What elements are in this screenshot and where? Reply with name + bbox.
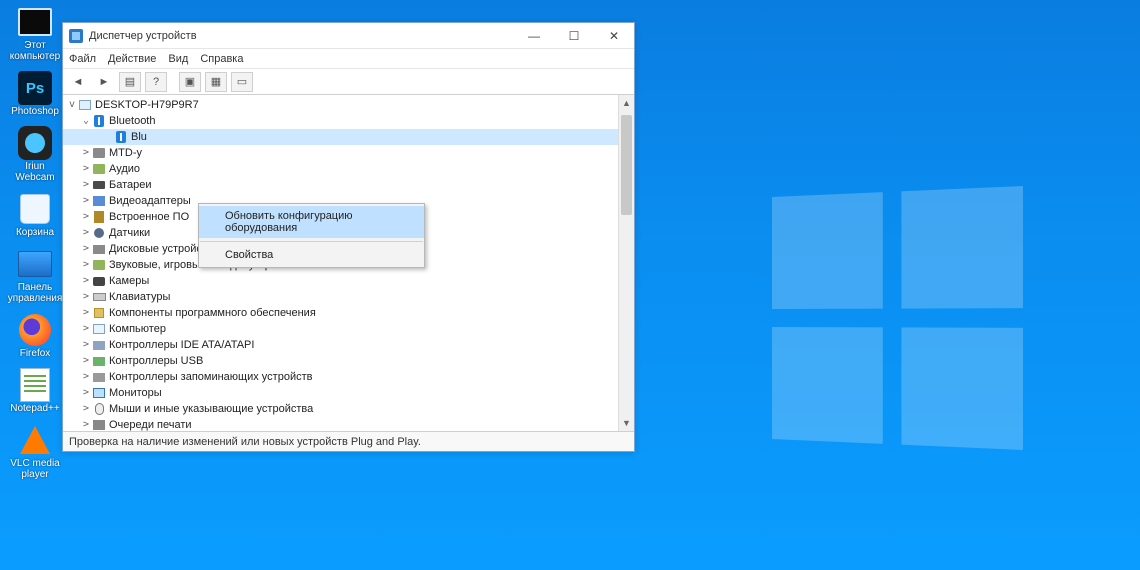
tree-node-18[interactable]: >Мыши и иные указывающие устройства (63, 401, 618, 417)
tree-node-15[interactable]: >Контроллеры USB (63, 353, 618, 369)
windows-logo (772, 186, 1023, 450)
firefox-icon (19, 314, 51, 346)
ctx-separator (200, 241, 423, 242)
bat-icon (93, 181, 105, 189)
app-icon (69, 29, 83, 43)
tree-node-1[interactable]: Blu (63, 129, 618, 145)
toolbar-prop[interactable]: ▦ (205, 72, 227, 92)
vid-icon (93, 196, 105, 206)
tree-node-0[interactable]: ⌄Bluetooth (63, 113, 618, 129)
scroll-thumb[interactable] (621, 115, 632, 215)
desktop-icon-this-pc[interactable]: Этоткомпьютер (5, 4, 65, 62)
prn-icon (93, 420, 105, 430)
toolbar-forward[interactable]: ► (93, 72, 115, 92)
scroll-up[interactable]: ▲ (619, 95, 634, 111)
sen-icon (94, 228, 104, 238)
tree-root[interactable]: v DESKTOP-H79P9R7 (63, 97, 618, 113)
toolbar-help[interactable]: ? (145, 72, 167, 92)
tree-node-11[interactable]: >Клавиатуры (63, 289, 618, 305)
toolbar-back[interactable]: ◄ (67, 72, 89, 92)
desktop-icon-photoshop[interactable]: Ps Photoshop (5, 70, 65, 117)
context-menu: Обновить конфигурацию оборудования Свойс… (198, 203, 425, 268)
photoshop-icon: Ps (18, 71, 52, 105)
tree-node-19[interactable]: >Очереди печати (63, 417, 618, 431)
bt-icon (94, 115, 104, 127)
mon-icon (93, 388, 105, 398)
usb-icon (93, 357, 105, 366)
sw-icon (94, 308, 104, 318)
stor-icon (93, 373, 105, 382)
dev-icon (93, 148, 105, 158)
cam-icon (93, 277, 105, 286)
tree-node-12[interactable]: >Компоненты программного обеспечения (63, 305, 618, 321)
desktop-icon-vlc[interactable]: VLC mediaplayer (5, 422, 65, 480)
tree-node-17[interactable]: >Мониторы (63, 385, 618, 401)
tree-node-16[interactable]: >Контроллеры запоминающих устройств (63, 369, 618, 385)
vlc-icon (20, 426, 50, 454)
scrollbar[interactable]: ▲ ▼ (618, 95, 634, 431)
notepad-icon (20, 368, 50, 402)
control-panel-icon (18, 251, 52, 277)
titlebar[interactable]: Диспетчер устройств — ☐ ✕ (63, 23, 634, 49)
scroll-down[interactable]: ▼ (619, 415, 634, 431)
menubar: Файл Действие Вид Справка (63, 49, 634, 69)
monitor-icon (18, 8, 52, 36)
window-title: Диспетчер устройств (89, 30, 514, 42)
menu-file[interactable]: Файл (69, 53, 96, 65)
toolbar-view[interactable]: ▭ (231, 72, 253, 92)
cmp-icon (93, 324, 105, 334)
fw-icon (94, 211, 104, 223)
aud-icon (93, 260, 105, 270)
device-manager-window: Диспетчер устройств — ☐ ✕ Файл Действие … (62, 22, 635, 452)
menu-view[interactable]: Вид (168, 53, 188, 65)
toolbar: ◄ ► ▤ ? ▣ ▦ ▭ (63, 69, 634, 95)
tree-node-14[interactable]: >Контроллеры IDE ATA/ATAPI (63, 337, 618, 353)
computer-icon (79, 100, 91, 110)
toolbar-show[interactable]: ▤ (119, 72, 141, 92)
mou-icon (95, 403, 104, 415)
ctx-scan-hardware[interactable]: Обновить конфигурацию оборудования (199, 206, 424, 238)
tree-node-10[interactable]: >Камеры (63, 273, 618, 289)
bt-icon (116, 131, 126, 143)
desktop-icon-recycle-bin[interactable]: Корзина (5, 191, 65, 238)
tree-node-2[interactable]: >MTD-у (63, 145, 618, 161)
minimize-button[interactable]: — (514, 23, 554, 49)
desktop-icon-iriun[interactable]: Iriun Webcam (5, 125, 65, 183)
kbd-icon (93, 293, 106, 301)
menu-help[interactable]: Справка (200, 53, 243, 65)
statusbar: Проверка на наличие изменений или новых … (63, 431, 634, 451)
desktop-icon-firefox[interactable]: Firefox (5, 312, 65, 359)
ctx-properties[interactable]: Свойства (199, 245, 424, 265)
desktop-icon-notepadpp[interactable]: Notepad++ (5, 367, 65, 414)
toolbar-scan[interactable]: ▣ (179, 72, 201, 92)
menu-action[interactable]: Действие (108, 53, 156, 65)
desktop-icon-control-panel[interactable]: Панельуправления (5, 246, 65, 304)
dsk-icon (93, 245, 105, 254)
desktop-icons: Этоткомпьютер Ps Photoshop Iriun Webcam … (5, 4, 65, 480)
webcam-icon (18, 126, 52, 160)
tree-node-3[interactable]: >Аудио (63, 161, 618, 177)
tree-node-4[interactable]: >Батареи (63, 177, 618, 193)
ide-icon (93, 341, 105, 350)
recycle-bin-icon (20, 194, 50, 224)
aud-icon (93, 164, 105, 174)
tree-node-13[interactable]: >Компьютер (63, 321, 618, 337)
maximize-button[interactable]: ☐ (554, 23, 594, 49)
close-button[interactable]: ✕ (594, 23, 634, 49)
